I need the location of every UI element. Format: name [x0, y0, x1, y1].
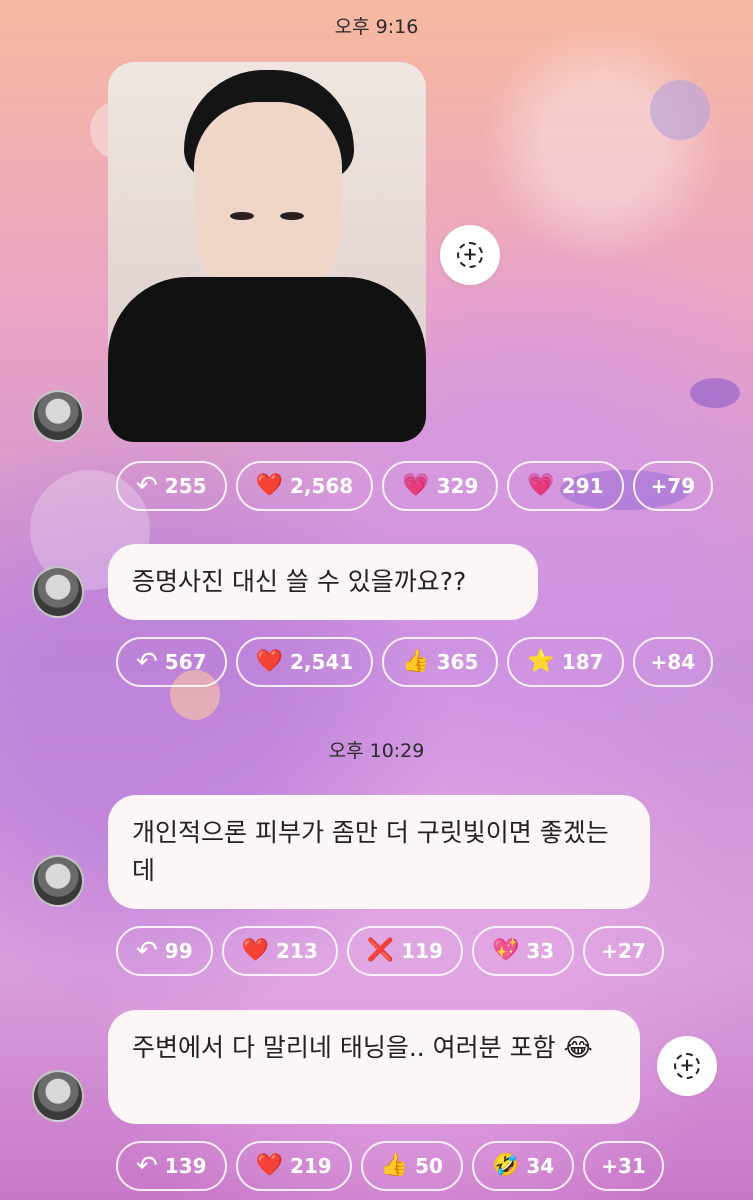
message-bubble[interactable]: 증명사진 대신 쓸 수 있을까요?? — [108, 544, 538, 620]
reaction-chip[interactable]: ⭐ 187 — [507, 637, 624, 687]
message-bubble[interactable]: 주변에서 다 말리네 태닝을.. 여러분 포함 😂 — [108, 1010, 640, 1124]
reply-icon: ↶ — [136, 1151, 158, 1181]
reaction-count: +84 — [650, 650, 696, 674]
reaction-count: +31 — [601, 1154, 646, 1178]
message-bubble[interactable]: 개인적으론 피부가 좀만 더 구릿빛이면 좋겠는데 — [108, 795, 650, 909]
more-reactions-chip[interactable]: +79 — [632, 461, 714, 511]
reaction-count: 329 — [436, 474, 479, 498]
red-heart-icon: ❤️ — [255, 1153, 283, 1178]
reaction-chip[interactable]: 💗 291 — [507, 461, 624, 511]
sparkle-heart-icon: 💖 — [491, 938, 520, 963]
reaction-bar: ↶ 255 ❤️ 2,568 💗 329 💗 291 +79 — [116, 461, 714, 511]
reaction-chip[interactable]: 👍 50 — [360, 1141, 463, 1191]
reaction-chip[interactable]: 🤣 34 — [471, 1141, 575, 1191]
more-reactions-chip[interactable]: +84 — [632, 637, 714, 687]
thumbs-up-icon: 👍 — [380, 1153, 409, 1178]
reaction-count: +27 — [601, 939, 646, 963]
reaction-count: 2,541 — [289, 650, 354, 674]
thumbs-up-icon: 👍 — [402, 649, 430, 674]
reaction-count: 255 — [164, 474, 207, 498]
reaction-count: 99 — [164, 939, 193, 963]
reaction-count: 291 — [561, 474, 604, 498]
cross-mark-icon: ❌ — [366, 938, 395, 963]
reply-icon: ↶ — [136, 647, 158, 677]
pink-heart-icon: 💗 — [527, 473, 555, 498]
timestamp-top: 오후 9:16 — [334, 16, 419, 38]
reply-icon: ↶ — [136, 471, 158, 501]
reaction-count: 139 — [164, 1154, 207, 1178]
reaction-chip[interactable]: ❤️ 2,541 — [235, 637, 374, 687]
rofl-icon: 🤣 — [491, 1153, 520, 1178]
avatar[interactable] — [32, 566, 84, 618]
reaction-count: 33 — [526, 939, 555, 963]
reply-icon: ↶ — [136, 936, 158, 966]
add-reaction-button[interactable]: + — [657, 1036, 717, 1096]
reaction-bar: ↶ 139 ❤️ 219 👍 50 🤣 34 +31 — [116, 1141, 664, 1191]
reaction-chip[interactable]: ❌ 119 — [346, 926, 463, 976]
reply-chip[interactable]: ↶ 99 — [116, 926, 213, 976]
add-reaction-icon: + — [457, 242, 483, 268]
reaction-bar: ↶ 567 ❤️ 2,541 👍 365 ⭐ 187 +84 — [116, 637, 714, 687]
reaction-count: 50 — [415, 1154, 443, 1178]
reaction-count: 567 — [164, 650, 207, 674]
reaction-chip[interactable]: ❤️ 213 — [221, 926, 338, 976]
reaction-chip[interactable]: 💖 33 — [471, 926, 575, 976]
reaction-count: 219 — [289, 1154, 332, 1178]
red-heart-icon: ❤️ — [255, 473, 283, 498]
reply-chip[interactable]: ↶ 255 — [116, 461, 227, 511]
shared-photo[interactable] — [108, 62, 426, 442]
reaction-count: 119 — [401, 939, 443, 963]
reaction-bar: ↶ 99 ❤️ 213 ❌ 119 💖 33 +27 — [116, 926, 664, 976]
add-reaction-icon: + — [674, 1053, 700, 1079]
avatar[interactable] — [32, 1070, 84, 1122]
reaction-count: +79 — [650, 474, 696, 498]
background-bokeh — [690, 378, 740, 408]
photo-face — [194, 102, 342, 302]
reaction-count: 365 — [436, 650, 479, 674]
star-icon: ⭐ — [527, 649, 555, 674]
reaction-count: 2,568 — [289, 474, 354, 498]
photo-eye-right — [280, 212, 304, 220]
reaction-chip[interactable]: 💗 329 — [382, 461, 499, 511]
timestamp-mid: 오후 10:29 — [328, 740, 425, 762]
red-heart-icon: ❤️ — [255, 649, 283, 674]
more-reactions-chip[interactable]: +27 — [583, 926, 664, 976]
add-reaction-button[interactable]: + — [440, 225, 500, 285]
red-heart-icon: ❤️ — [241, 938, 270, 963]
reaction-chip[interactable]: 👍 365 — [382, 637, 499, 687]
photo-eye-left — [230, 212, 254, 220]
more-reactions-chip[interactable]: +31 — [583, 1141, 664, 1191]
reply-chip[interactable]: ↶ 139 — [116, 1141, 227, 1191]
avatar[interactable] — [32, 390, 84, 442]
reaction-count: 34 — [526, 1154, 555, 1178]
sparkling-heart-icon: 💗 — [402, 473, 430, 498]
avatar[interactable] — [32, 855, 84, 907]
reaction-chip[interactable]: ❤️ 219 — [235, 1141, 352, 1191]
reaction-count: 213 — [276, 939, 318, 963]
photo-shirt — [108, 277, 426, 442]
reply-chip[interactable]: ↶ 567 — [116, 637, 227, 687]
background-bokeh — [650, 80, 710, 140]
reaction-count: 187 — [561, 650, 604, 674]
reaction-chip[interactable]: ❤️ 2,568 — [235, 461, 374, 511]
